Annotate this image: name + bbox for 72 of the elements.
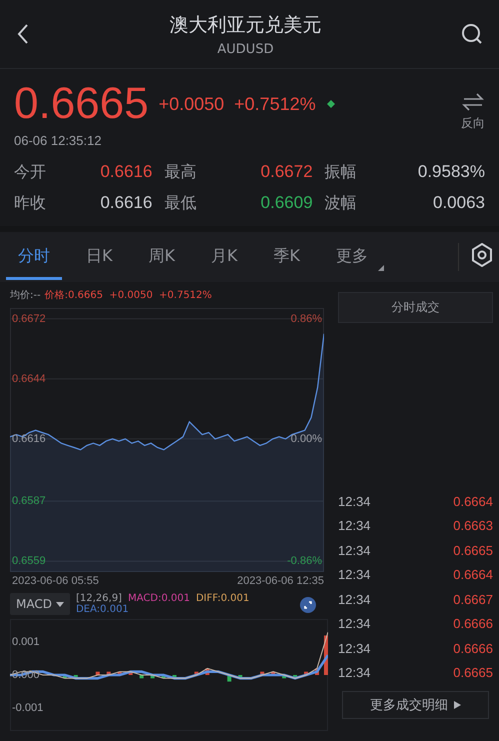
- stat-value: 0.6616: [99, 193, 154, 214]
- macd-value: MACD:0.001: [128, 593, 190, 604]
- trade-time: 12:34: [338, 616, 371, 632]
- pair-code: AUDUSD: [217, 42, 274, 56]
- swap-icon[interactable]: [462, 93, 484, 111]
- stat-label: 振幅: [324, 162, 358, 183]
- average-price: 均价:--: [10, 289, 41, 302]
- trade-price: 0.6664: [453, 494, 493, 509]
- price-info: 价格:0.6665 +0.0050 +0.7512%: [44, 288, 212, 302]
- price-level: 0.6587: [12, 495, 46, 508]
- expand-icon[interactable]: [300, 597, 316, 613]
- search-icon[interactable]: [461, 23, 483, 45]
- chart-tab[interactable]: 季K: [262, 234, 312, 280]
- price-level: 0.6559: [12, 555, 46, 568]
- stat-label: 今开: [14, 162, 47, 183]
- chart-tab[interactable]: 周K: [136, 234, 187, 280]
- chart-tab[interactable]: 更多: [324, 234, 380, 280]
- chart-tab[interactable]: 日K: [74, 234, 124, 280]
- stat-label: 昨收: [14, 193, 47, 214]
- price-level: 0.6616: [12, 432, 46, 445]
- stat-label: 波幅: [324, 193, 358, 214]
- percent-level: 0.86%: [290, 312, 322, 325]
- play-icon: [454, 701, 461, 709]
- chart-tab[interactable]: 分时: [6, 234, 62, 280]
- corner-triangle-icon: [378, 265, 384, 271]
- diamond-icon: [326, 99, 336, 109]
- chart-tab[interactable]: 月K: [199, 234, 250, 280]
- reverse-label[interactable]: 反向: [461, 115, 485, 132]
- trade-time: 12:34: [338, 518, 371, 534]
- pair-title: 澳大利亚元兑美元: [170, 12, 322, 38]
- trade-price: 0.6665: [453, 665, 493, 680]
- price-level: 0.6672: [12, 312, 46, 325]
- stat-label: 最低: [164, 193, 198, 214]
- trade-time: 12:34: [338, 640, 371, 656]
- indicator-dropdown[interactable]: MACD: [10, 593, 70, 615]
- trade-price: 0.6666: [453, 640, 493, 656]
- trade-price: 0.6664: [453, 567, 493, 582]
- stat-value: 0.9583%: [416, 162, 485, 183]
- price-change: +0.0050: [158, 94, 224, 114]
- end-time: 2023-06-06 12:35: [237, 575, 324, 587]
- more-trades-button[interactable]: 更多成交明细: [342, 691, 489, 719]
- stat-label: 最高: [164, 162, 198, 183]
- trade-time: 12:34: [338, 542, 371, 558]
- stat-value: 0.6609: [260, 193, 314, 214]
- diff-value: DIFF:0.001: [196, 593, 250, 604]
- trade-price: 0.6666: [453, 616, 493, 632]
- last-price: 0.6665: [14, 79, 149, 129]
- bar: [96, 672, 100, 675]
- caret-icon: [56, 602, 64, 606]
- start-time: 2023-06-06 05:55: [12, 575, 99, 587]
- trade-time: 12:34: [338, 567, 371, 582]
- macd-level: -0.001: [12, 702, 44, 714]
- trades-header[interactable]: 分时成交: [338, 292, 493, 323]
- trade-price: 0.6667: [453, 592, 493, 607]
- stat-value: 0.0063: [432, 193, 485, 214]
- macd-level: 0.001: [12, 636, 40, 648]
- price-level: 0.6644: [12, 372, 46, 385]
- trade-time: 12:34: [338, 494, 371, 509]
- trade-price: 0.6665: [453, 542, 493, 558]
- settings-icon[interactable]: [471, 243, 493, 267]
- dea-value: DEA:0.001: [76, 604, 129, 615]
- macd-params: [12,26,9]: [76, 593, 122, 604]
- percent-change: +0.7512%: [234, 94, 316, 114]
- quote-time: 06-06 12:35:12: [14, 133, 102, 148]
- stat-value: 0.6672: [260, 162, 314, 183]
- trade-time: 12:34: [338, 592, 371, 607]
- back-icon[interactable]: [16, 23, 30, 45]
- stat-value: 0.6616: [99, 162, 154, 183]
- percent-level: -0.86%: [287, 555, 322, 568]
- trade-price: 0.6663: [453, 518, 493, 534]
- percent-level: 0.00%: [290, 432, 322, 445]
- trade-time: 12:34: [338, 665, 371, 680]
